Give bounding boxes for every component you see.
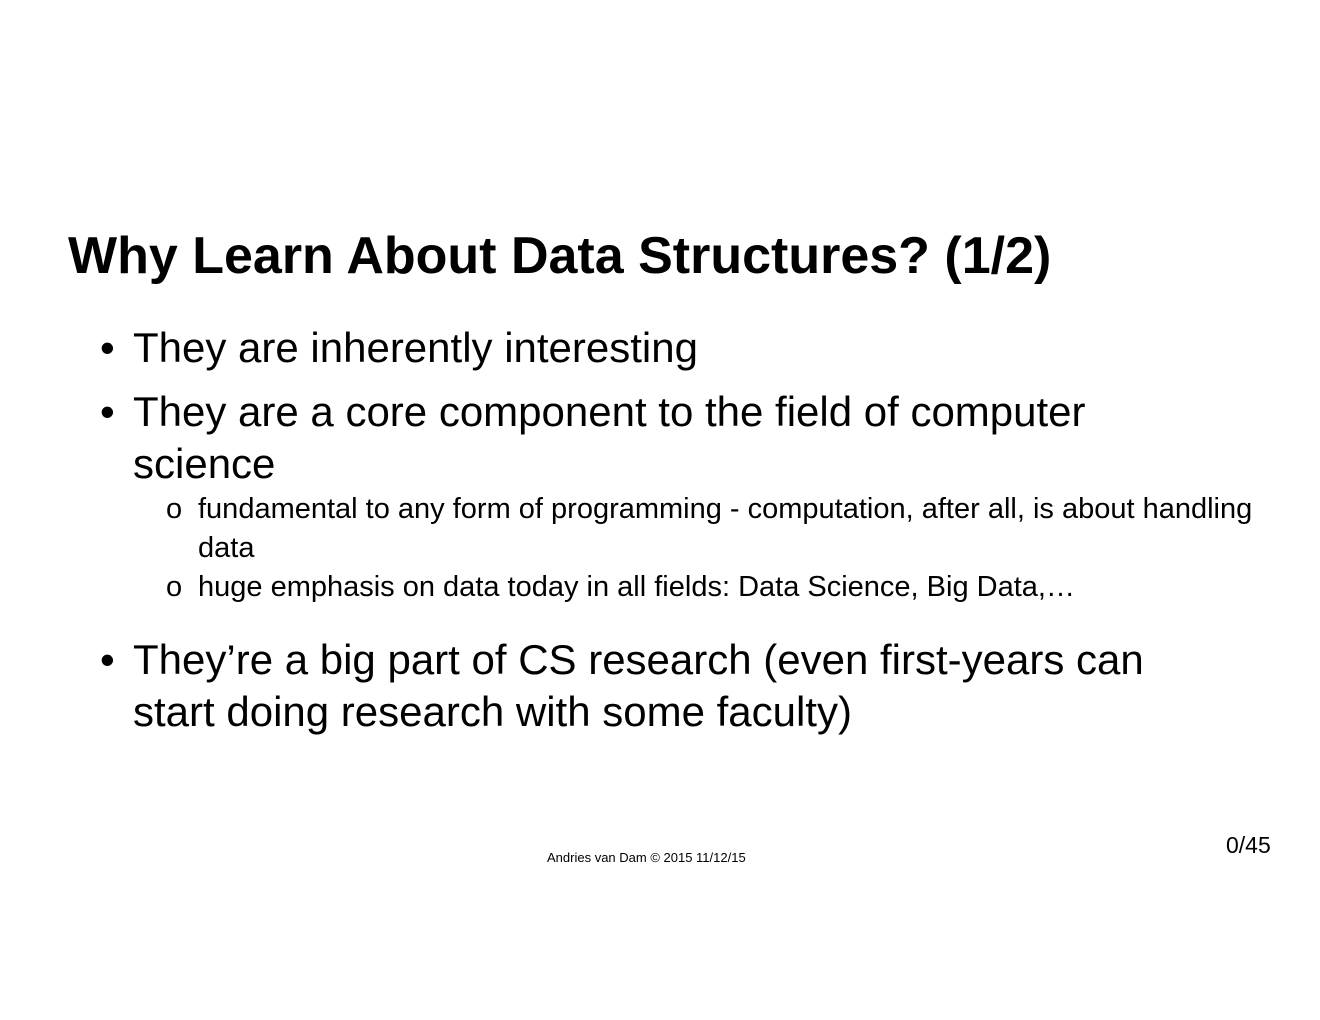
footer-credit: Andries van Dam © 2015 11/12/15 [547, 850, 746, 865]
page-number: 0/45 [1226, 832, 1271, 858]
subbullet-marker: o [166, 493, 183, 525]
bullet-marker: • [100, 636, 115, 683]
bullet-item: • They are a core component to the field… [100, 386, 1200, 490]
bullet-item: • They are inherently interesting [100, 322, 1200, 374]
bullet-text: They are inherently interesting [133, 324, 698, 371]
bullet-marker: • [100, 324, 115, 371]
subbullet-item: o fundamental to any form of programming… [166, 490, 1286, 568]
bullet-marker: • [100, 388, 115, 435]
subbullet-text: fundamental to any form of programming -… [198, 493, 1253, 564]
bullet-item: • They’re a big part of CS research (eve… [100, 634, 1200, 738]
slide-title: Why Learn About Data Structures? (1/2) [68, 227, 1052, 285]
subbullet-item: o huge emphasis on data today in all fie… [166, 568, 1286, 607]
bullet-text: They are a core component to the field o… [133, 388, 1086, 487]
bullet-text: They’re a big part of CS research (even … [133, 636, 1144, 735]
subbullet-marker: o [166, 571, 183, 603]
subbullet-text: huge emphasis on data today in all field… [198, 571, 1075, 603]
